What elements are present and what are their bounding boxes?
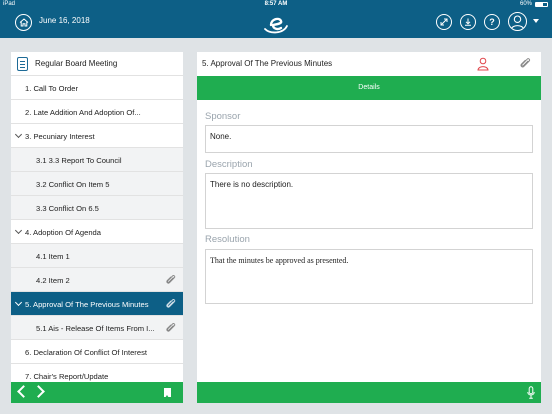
agenda-item-4-2[interactable]: 4.2 Item 2 — [11, 268, 183, 292]
microphone-icon[interactable] — [527, 386, 535, 399]
paperclip-icon[interactable] — [519, 57, 532, 70]
agenda-item-3[interactable]: 3. Pecuniary Interest — [11, 124, 183, 148]
sync-button[interactable] — [436, 14, 452, 30]
agenda-item-6[interactable]: 6. Declaration Of Conflict Of Interest — [11, 340, 183, 364]
agenda-item-3-3[interactable]: 3.3 Conflict On 6.5 — [11, 196, 183, 220]
agenda-item-label: 2. Late Addition And Adoption Of... — [25, 108, 141, 117]
download-icon — [465, 18, 471, 26]
agenda-item-label: 5.1 Ais - Release Of Items From I... — [36, 324, 155, 333]
download-button[interactable] — [460, 14, 476, 30]
agenda-item-5[interactable]: 5. Approval Of The Previous Minutes — [11, 292, 183, 316]
agenda-item-5-1[interactable]: 5.1 Ais - Release Of Items From I... — [11, 316, 183, 340]
detail-header: 5. Approval Of The Previous Minutes — [197, 52, 541, 76]
agenda-header[interactable]: Regular Board Meeting — [11, 52, 183, 76]
sponsor-label: Sponsor — [205, 111, 241, 122]
detail-footer — [197, 382, 541, 403]
next-arrow-icon[interactable] — [32, 385, 45, 398]
agenda-item-2[interactable]: 2. Late Addition And Adoption Of... — [11, 100, 183, 124]
agenda-item-label: 1. Call To Order — [25, 84, 79, 93]
bookmark-icon[interactable] — [164, 388, 171, 398]
detail-title: 5. Approval Of The Previous Minutes — [202, 59, 333, 68]
help-icon: ? — [489, 17, 495, 27]
chevron-down-icon[interactable] — [14, 130, 23, 139]
agenda-item-label: 4. Adoption Of Agenda — [25, 228, 101, 237]
status-right: 60% — [520, 0, 548, 8]
agenda-item-3-2[interactable]: 3.2 Conflict On Item 5 — [11, 172, 183, 196]
resolution-label: Resolution — [205, 234, 250, 245]
user-icon — [510, 15, 525, 30]
agenda-item-4-1[interactable]: 4.1 Item 1 — [11, 244, 183, 268]
paperclip-icon[interactable] — [165, 274, 177, 286]
home-icon — [19, 18, 28, 27]
agenda-item-label: 6. Declaration Of Conflict Of Interest — [25, 348, 147, 357]
agenda-panel: Regular Board Meeting 1. Call To Order 2… — [11, 52, 183, 403]
agenda-item-label: 3.2 Conflict On Item 5 — [36, 180, 110, 189]
agenda-item-label: 5. Approval Of The Previous Minutes — [25, 300, 149, 309]
description-label: Description — [205, 159, 253, 170]
battery-icon — [535, 1, 548, 7]
status-bar: iPad 8:57 AM 60% — [0, 0, 552, 8]
sponsor-field[interactable]: None. — [205, 125, 533, 153]
agenda-item-label: 7. Chair's Report/Update — [25, 372, 109, 381]
help-button[interactable]: ? — [484, 14, 500, 30]
description-field[interactable]: There is no description. — [205, 173, 533, 229]
meeting-date: June 16, 2018 — [39, 16, 90, 25]
document-icon — [17, 57, 28, 71]
home-button[interactable] — [15, 14, 32, 31]
agenda-item-label: 3.3 Conflict On 6.5 — [36, 204, 99, 213]
previous-arrow-icon[interactable] — [17, 385, 30, 398]
agenda-item-label: 3. Pecuniary Interest — [25, 132, 95, 141]
agenda-item-3-1[interactable]: 3.1 3.3 Report To Council — [11, 148, 183, 172]
battery-percent: 60% — [519, 1, 532, 7]
agenda-item-4[interactable]: 4. Adoption Of Agenda — [11, 220, 183, 244]
agenda-item-1[interactable]: 1. Call To Order — [11, 76, 183, 100]
tab-details[interactable]: Details — [197, 76, 541, 100]
meeting-title: Regular Board Meeting — [35, 59, 118, 68]
chevron-down-icon[interactable] — [533, 19, 539, 23]
app-header: June 16, 2018 ? — [0, 8, 552, 38]
person-icon[interactable] — [477, 57, 489, 71]
agenda-item-label: 4.1 Item 1 — [36, 252, 70, 261]
detail-panel: 5. Approval Of The Previous Minutes Deta… — [197, 52, 541, 403]
sync-icon — [440, 18, 448, 26]
agenda-item-label: 3.1 3.3 Report To Council — [36, 156, 122, 165]
agenda-item-label: 4.2 Item 2 — [36, 276, 70, 285]
agenda-footer — [11, 382, 183, 403]
app-logo — [264, 17, 288, 34]
status-time: 8:57 AM — [264, 1, 288, 7]
resolution-field[interactable]: That the minutes be approved as presente… — [205, 249, 533, 304]
user-avatar-button[interactable] — [508, 12, 527, 31]
paperclip-icon[interactable] — [165, 298, 177, 310]
chevron-down-icon[interactable] — [14, 298, 23, 307]
paperclip-icon[interactable] — [165, 322, 177, 334]
chevron-down-icon[interactable] — [14, 226, 23, 235]
